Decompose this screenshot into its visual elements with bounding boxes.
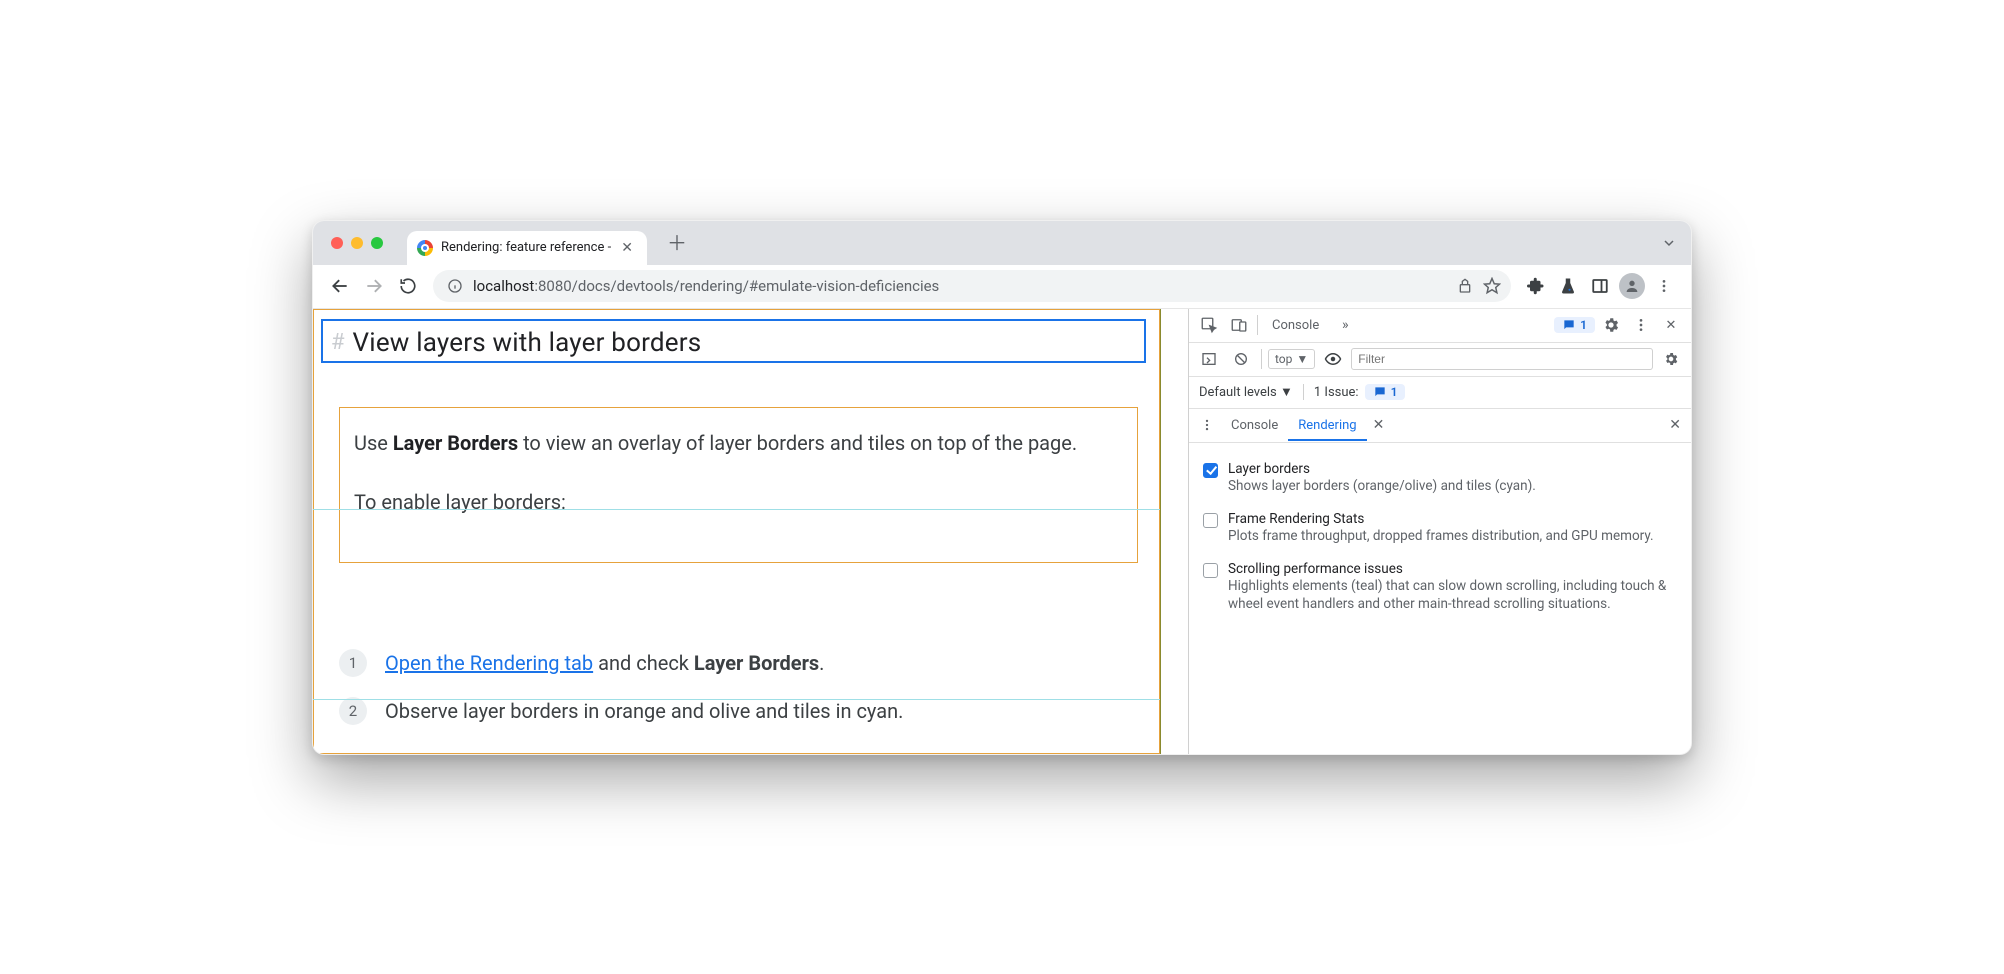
step-text: Observe layer borders in orange and oliv… — [385, 699, 903, 723]
bookmark-icon[interactable] — [1483, 277, 1501, 295]
p2-text: To enable layer borders: — [354, 487, 1123, 518]
issues-badge[interactable]: 1 — [1554, 317, 1595, 333]
devtools-settings-icon[interactable] — [1597, 311, 1625, 339]
option-title: Frame Rendering Stats — [1228, 511, 1654, 527]
heading-highlight: # View layers with layer borders — [321, 319, 1146, 363]
labs-icon[interactable] — [1553, 271, 1583, 301]
step-number: 1 — [339, 649, 367, 677]
live-expression-icon[interactable] — [1319, 345, 1347, 373]
drawer-menu-icon[interactable] — [1193, 411, 1221, 439]
issues-link[interactable]: 1 Issue: 1 — [1303, 384, 1406, 400]
drawer-close-button[interactable]: ✕ — [1663, 417, 1687, 433]
step-number: 2 — [339, 697, 367, 725]
reload-button[interactable] — [393, 271, 423, 301]
scrolling-perf-checkbox[interactable] — [1203, 563, 1218, 578]
panel-tab-console[interactable]: Console — [1262, 312, 1329, 339]
address-bar[interactable]: localhost:8080/docs/devtools/rendering/#… — [433, 270, 1511, 302]
rendering-panel: Layer borders Shows layer borders (orang… — [1189, 443, 1691, 634]
chrome-menu-button[interactable] — [1649, 271, 1679, 301]
option-title: Layer borders — [1228, 461, 1536, 477]
list-item: 2 Observe layer borders in orange and ol… — [339, 687, 1138, 735]
window-close-button[interactable] — [331, 237, 343, 249]
rendering-option: Layer borders Shows layer borders (orang… — [1201, 453, 1681, 503]
back-button[interactable] — [325, 271, 355, 301]
option-desc: Highlights elements (teal) that can slow… — [1228, 577, 1679, 613]
devtools-close-icon[interactable]: ✕ — [1657, 311, 1685, 339]
heading-hash: # — [331, 330, 345, 355]
layer-border-olive — [1160, 309, 1188, 754]
device-toolbar-icon[interactable] — [1225, 311, 1253, 339]
devtools-menu-icon[interactable] — [1627, 311, 1655, 339]
chrome-favicon-icon — [417, 240, 433, 256]
console-status-row: Default levels ▼ 1 Issue: 1 — [1189, 377, 1691, 409]
p1-text: Use — [354, 431, 393, 455]
url-text: localhost:8080/docs/devtools/rendering/#… — [473, 277, 1447, 295]
drawer-tab-close-button[interactable]: ✕ — [1367, 417, 1391, 433]
browser-tab[interactable]: Rendering: feature reference - ✕ — [407, 231, 647, 265]
tab-title: Rendering: feature reference - — [441, 240, 611, 255]
p1-suffix: to view an overlay of layer borders and … — [518, 431, 1077, 455]
rendering-option: Scrolling performance issues Highlights … — [1201, 553, 1681, 621]
frame-rendering-stats-checkbox[interactable] — [1203, 513, 1218, 528]
option-desc: Shows layer borders (orange/olive) and t… — [1228, 477, 1536, 495]
tile-divider — [313, 699, 1160, 700]
browser-window: Rendering: feature reference - ✕ ＋ local… — [312, 220, 1692, 755]
console-filter-input[interactable] — [1351, 348, 1653, 370]
tab-close-button[interactable]: ✕ — [619, 239, 635, 257]
devtools-panel: Console » 1 ✕ — [1188, 309, 1691, 754]
log-levels-select[interactable]: Default levels ▼ — [1199, 384, 1293, 400]
steps-list: 1 Open the Rendering tab and check Layer… — [339, 639, 1138, 735]
option-desc: Plots frame throughput, dropped frames d… — [1228, 527, 1654, 545]
drawer-tab-console[interactable]: Console — [1221, 410, 1288, 441]
tab-search-button[interactable] — [1661, 235, 1677, 251]
side-panel-icon[interactable] — [1585, 271, 1615, 301]
execution-context-select[interactable]: top▼ — [1268, 349, 1315, 369]
console-toolbar: top▼ — [1189, 343, 1691, 377]
intro-paragraph: Use Layer Borders to view an overlay of … — [339, 407, 1138, 563]
drawer-tabstrip: Console Rendering ✕ ✕ — [1189, 409, 1691, 443]
workspace: # View layers with layer borders Use Lay… — [313, 309, 1691, 754]
open-rendering-link[interactable]: Open the Rendering tab — [385, 651, 593, 675]
inspect-element-icon[interactable] — [1195, 311, 1223, 339]
more-panels-button[interactable]: » — [1331, 311, 1359, 339]
toolbar-actions — [1521, 271, 1679, 301]
layer-borders-checkbox[interactable] — [1203, 463, 1218, 478]
drawer-tab-rendering[interactable]: Rendering — [1288, 410, 1366, 441]
site-info-icon[interactable] — [447, 278, 463, 294]
page-viewport: # View layers with layer borders Use Lay… — [313, 309, 1188, 754]
avatar-icon — [1619, 273, 1645, 299]
clear-console-icon[interactable] — [1227, 345, 1255, 373]
window-fullscreen-button[interactable] — [371, 237, 383, 249]
window-minimize-button[interactable] — [351, 237, 363, 249]
console-settings-icon[interactable] — [1657, 345, 1685, 373]
share-icon[interactable] — [1457, 278, 1473, 294]
new-tab-button[interactable]: ＋ — [661, 237, 693, 249]
traffic-lights — [331, 237, 383, 249]
page-heading: View layers with layer borders — [353, 328, 702, 358]
profile-button[interactable] — [1617, 271, 1647, 301]
tile-divider — [313, 509, 1160, 510]
browser-toolbar: localhost:8080/docs/devtools/rendering/#… — [313, 265, 1691, 309]
rendering-option: Frame Rendering Stats Plots frame throug… — [1201, 503, 1681, 553]
devtools-main-toolbar: Console » 1 ✕ — [1189, 309, 1691, 343]
tab-strip: Rendering: feature reference - ✕ ＋ — [313, 221, 1691, 265]
console-sidebar-toggle-icon[interactable] — [1195, 345, 1223, 373]
list-item: 1 Open the Rendering tab and check Layer… — [339, 639, 1138, 687]
p1-bold: Layer Borders — [393, 431, 518, 455]
forward-button[interactable] — [359, 271, 389, 301]
option-title: Scrolling performance issues — [1228, 561, 1679, 577]
extensions-icon[interactable] — [1521, 271, 1551, 301]
